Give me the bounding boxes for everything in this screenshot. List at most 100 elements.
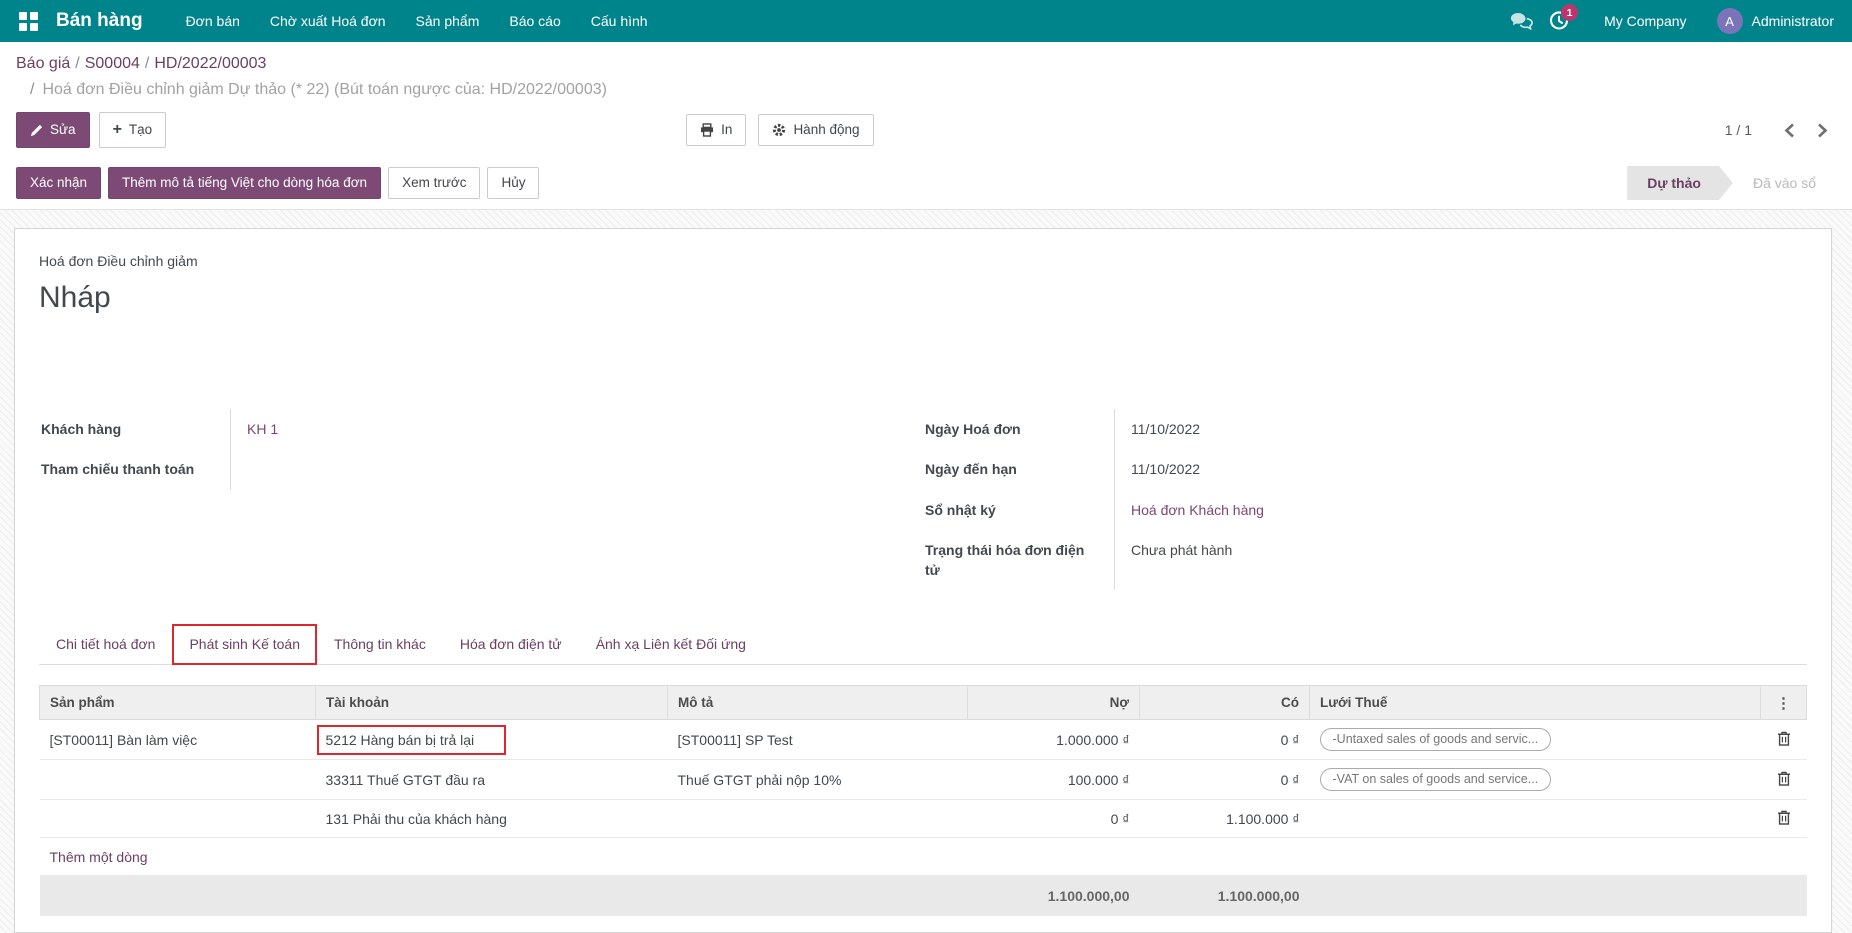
field-label-invoice-date: Ngày Hoá đơn: [923, 409, 1115, 449]
cell-credit: 1.100.000 ₫: [1140, 800, 1310, 838]
breadcrumb-bao-gia[interactable]: Báo giá: [16, 55, 70, 72]
status-step-draft[interactable]: Dự thảo: [1627, 166, 1733, 200]
breadcrumb-separator: /: [75, 55, 79, 72]
breadcrumb-hd-2022-00003[interactable]: HD/2022/00003: [154, 55, 266, 72]
add-line-link[interactable]: Thêm một dòng: [50, 849, 148, 865]
cell-account: 33311 Thuế GTGT đầu ra: [316, 760, 668, 800]
field-value-customer[interactable]: KH 1: [247, 421, 278, 437]
confirm-button[interactable]: Xác nhận: [16, 167, 101, 199]
printer-icon: [700, 123, 714, 137]
status-step-posted[interactable]: Đã vào sổ: [1733, 166, 1836, 200]
field-value-invoice-date: 11/10/2022: [1115, 409, 1807, 449]
table-row[interactable]: 33311 Thuế GTGT đầu ra Thuế GTGT phải nộ…: [40, 760, 1807, 800]
user-menu[interactable]: A Administrator: [1717, 8, 1834, 34]
table-row[interactable]: 131 Phải thu của khách hàng 0 ₫ 1.100.00…: [40, 800, 1807, 838]
tab-anh-xa-lien-ket-doi-ung[interactable]: Ánh xạ Liên kết Đối ứng: [579, 624, 763, 664]
left-field-group: Khách hàng KH 1 Tham chiếu thanh toán: [39, 409, 923, 590]
menu-san-pham[interactable]: Sản phẩm: [401, 0, 495, 42]
pager-counter: 1 / 1: [1725, 122, 1752, 138]
menu-cho-xuat-hoa-don[interactable]: Chờ xuất Hoá đơn: [255, 0, 401, 42]
field-label-customer: Khách hàng: [39, 409, 231, 449]
tab-phat-sinh-ke-toan[interactable]: Phát sinh Kế toán: [172, 624, 317, 665]
statusbar: Xác nhận Thêm mô tả tiếng Việt cho dòng …: [0, 157, 1852, 210]
create-button[interactable]: + Tạo: [99, 112, 167, 148]
trash-icon: [1777, 771, 1791, 786]
cancel-button[interactable]: Hủy: [487, 167, 539, 199]
field-label-einvoice-status: Trạng thái hóa đơn điện tử: [923, 530, 1115, 591]
menu-don-ban[interactable]: Đơn bán: [171, 0, 255, 42]
breadcrumb-separator: /: [145, 55, 149, 72]
cell-product: [40, 760, 316, 800]
plus-icon: +: [113, 119, 122, 141]
column-header-tax-grid[interactable]: Lưới Thuế: [1310, 686, 1761, 720]
cell-account: 131 Phải thu của khách hàng: [316, 800, 668, 838]
chevron-right-icon: [1817, 123, 1828, 138]
cell-description: Thuế GTGT phải nộp 10%: [668, 760, 968, 800]
action-button[interactable]: Hành động: [758, 114, 873, 146]
edit-button[interactable]: Sửa: [16, 112, 90, 148]
field-label-journal: Sổ nhật ký: [923, 490, 1115, 530]
field-label-payment-reference: Tham chiếu thanh toán: [39, 449, 231, 489]
activities-button[interactable]: 1: [1540, 0, 1578, 42]
add-vietnamese-description-button[interactable]: Thêm mô tả tiếng Việt cho dòng hóa đơn: [108, 167, 381, 199]
total-debit: 1.100.000,00: [968, 876, 1140, 916]
tab-chi-tiet-hoa-don[interactable]: Chi tiết hoá đơn: [39, 624, 172, 664]
tax-grid-tag: -VAT on sales of goods and service...: [1320, 768, 1552, 791]
field-value-payment-reference: [231, 449, 923, 489]
tax-grid-tag: -Untaxed sales of goods and servic...: [1320, 728, 1552, 751]
column-header-credit[interactable]: Có: [1140, 686, 1310, 720]
field-value-journal[interactable]: Hoá đơn Khách hàng: [1131, 502, 1264, 518]
cell-credit: 0 ₫: [1140, 720, 1310, 760]
delete-row-button[interactable]: [1773, 808, 1795, 830]
menu-cau-hinh[interactable]: Cấu hình: [576, 0, 663, 42]
field-label-due-date: Ngày đến hạn: [923, 449, 1115, 489]
tab-thong-tin-khac[interactable]: Thông tin khác: [317, 624, 443, 664]
field-groups: Khách hàng KH 1 Tham chiếu thanh toán Ng…: [39, 409, 1807, 590]
cell-credit: 0 ₫: [1140, 760, 1310, 800]
pager-next-button[interactable]: [1809, 119, 1836, 142]
chat-icon: [1510, 12, 1533, 31]
control-panel: Báo giá / S00004 / HD/2022/00003 /Hoá đơn Đi…: [0, 42, 1852, 157]
column-header-account[interactable]: Tài khoản: [316, 686, 668, 720]
menu-bao-cao[interactable]: Báo cáo: [494, 0, 575, 42]
status-widget: Dự thảo Đã vào sổ: [1627, 166, 1836, 200]
trash-icon: [1777, 810, 1791, 825]
preview-button[interactable]: Xem trước: [388, 167, 480, 199]
trash-icon: [1777, 731, 1791, 746]
field-value-due-date: 11/10/2022: [1115, 449, 1807, 489]
apps-menu-button[interactable]: [10, 0, 46, 42]
pencil-icon: [30, 124, 43, 137]
delete-row-button[interactable]: [1773, 769, 1795, 791]
delete-row-button[interactable]: [1773, 729, 1795, 751]
right-field-group: Ngày Hoá đơn 11/10/2022 Ngày đến hạn 11/…: [923, 409, 1807, 590]
column-header-product[interactable]: Sản phẩm: [40, 686, 316, 720]
cell-product: [40, 800, 316, 838]
breadcrumb-s00004[interactable]: S00004: [85, 55, 140, 72]
print-button[interactable]: In: [686, 114, 746, 146]
table-row[interactable]: [ST00011] Bàn làm việc 5212 Hàng bán bị …: [40, 720, 1807, 760]
company-menu[interactable]: My Company: [1604, 13, 1686, 29]
app-name[interactable]: Bán hàng: [56, 10, 143, 32]
breadcrumb: Báo giá / S00004 / HD/2022/00003 /Hoá đơn Đi…: [16, 52, 1836, 101]
add-line-row: Thêm một dòng: [40, 838, 1807, 876]
journal-items-table: Sản phẩm Tài khoản Mô tả Nợ Có Lưới Thuế…: [39, 685, 1807, 916]
cell-product: [ST00011] Bàn làm việc: [40, 720, 316, 760]
total-credit: 1.100.000,00: [1140, 876, 1310, 916]
cell-debit: 1.000.000 ₫: [968, 720, 1140, 760]
avatar: A: [1717, 8, 1743, 34]
column-header-description[interactable]: Mô tả: [668, 686, 968, 720]
pager-previous-button[interactable]: [1776, 119, 1803, 142]
cell-debit: 0 ₫: [968, 800, 1140, 838]
column-header-debit[interactable]: Nợ: [968, 686, 1140, 720]
messages-button[interactable]: [1502, 0, 1540, 42]
breadcrumb-current: /Hoá đơn Điều chỉnh giảm Dự thảo (* 22) …: [16, 78, 1836, 101]
cell-account: 5212 Hàng bán bị trả lại: [326, 732, 475, 748]
cell-description: [668, 800, 968, 838]
control-panel-buttons: Sửa + Tạo In Hành động 1 / 1: [16, 112, 1836, 148]
tab-hoa-don-dien-tu[interactable]: Hóa đơn điện tử: [443, 624, 579, 664]
chevron-left-icon: [1784, 123, 1795, 138]
main-menu: Đơn bán Chờ xuất Hoá đơn Sản phẩm Báo cá…: [171, 0, 663, 42]
optional-columns-toggle[interactable]: ⋮: [1776, 694, 1791, 712]
field-value-einvoice-status: Chưa phát hành: [1115, 530, 1807, 591]
top-navbar: Bán hàng Đơn bán Chờ xuất Hoá đơn Sản ph…: [0, 0, 1852, 42]
